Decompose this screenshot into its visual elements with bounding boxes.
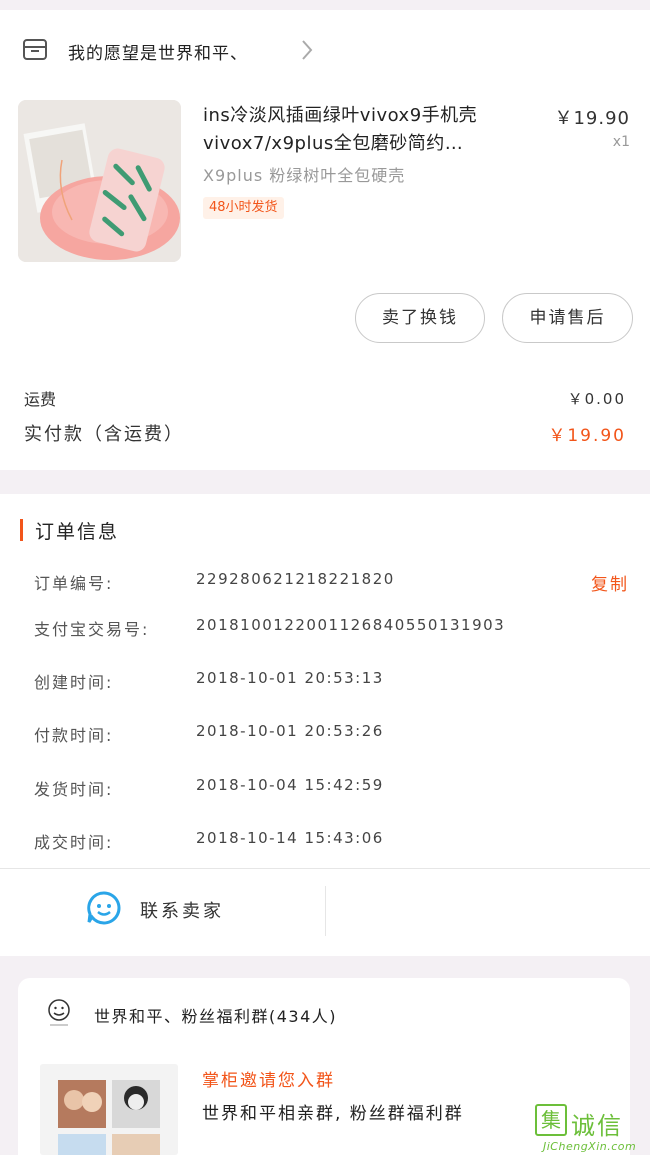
group-description: 世界和平相亲群, 粉丝群福利群 — [202, 1104, 464, 1124]
watermark-seal-icon: 集 — [535, 1104, 567, 1136]
shop-header[interactable]: 我的愿望是世界和平、 — [22, 36, 248, 66]
info-value: 2018-10-14 15:43:06 — [196, 829, 384, 847]
shipping-fee-value: ￥0.00 — [567, 389, 626, 408]
info-label: 发货时间: — [34, 780, 114, 799]
total-paid-label: 实付款（含运费） — [24, 424, 184, 445]
vertical-divider — [325, 886, 326, 936]
group-invite-text: 掌柜邀请您入群 — [202, 1071, 335, 1091]
alipay-trade-no-row: 支付宝交易号: 2018100122001126840550131903 — [34, 616, 629, 640]
item-spec: X9plus 粉绿树叶全包硬壳 — [203, 166, 406, 185]
order-info-header: 订单信息 — [20, 518, 120, 543]
item-title[interactable]: ins冷淡风插画绿叶vivox9手机壳 vivox7/x9plus全包磨砂简约… — [203, 102, 538, 158]
shipping-fee-label: 运费 — [24, 390, 57, 409]
item-title-line2: vivox7/x9plus全包磨砂简约… — [203, 133, 464, 154]
created-time-row: 创建时间: 2018-10-01 20:53:13 — [34, 669, 629, 693]
info-label: 订单编号: — [34, 574, 114, 593]
order-detail-page: 我的愿望是世界和平、 ins冷淡风插画绿叶vivox9手机壳 vivox7/x9… — [0, 0, 650, 1155]
info-value: 2018-10-01 20:53:13 — [196, 669, 384, 687]
paid-time-row: 付款时间: 2018-10-01 20:53:26 — [34, 722, 629, 746]
group-avatar-collage — [40, 1064, 178, 1155]
after-sale-button[interactable]: 申请售后 — [502, 293, 633, 343]
item-quantity: x1 — [612, 134, 630, 150]
smiley-logo-icon — [46, 998, 72, 1032]
shipping-fee-row: 运费 ￥0.00 — [24, 386, 626, 410]
watermark-url: JiChengXin.com — [543, 1140, 637, 1153]
group-name: 世界和平、粉丝福利群(434人) — [94, 1007, 338, 1026]
contact-seller-button[interactable]: 联系卖家 — [86, 890, 224, 930]
info-value: 2018100122001126840550131903 — [196, 616, 506, 634]
item-price: ￥19.90 — [554, 108, 630, 129]
product-image[interactable] — [18, 100, 181, 262]
order-number-row: 订单编号: 229280621218221820 复制 — [34, 570, 629, 595]
chat-bubble-icon — [86, 890, 122, 930]
watermark-logo: 集 诚信 JiChengXin.com — [535, 1104, 647, 1154]
sell-for-cash-button[interactable]: 卖了换钱 — [355, 293, 485, 343]
info-label: 创建时间: — [34, 673, 114, 692]
copy-button[interactable]: 复制 — [591, 570, 629, 595]
completed-time-row: 成交时间: 2018-10-14 15:43:06 — [34, 829, 629, 853]
info-label: 支付宝交易号: — [34, 620, 150, 639]
info-label: 付款时间: — [34, 726, 114, 745]
total-paid-value: ￥19.90 — [548, 425, 626, 446]
item-title-line1: ins冷淡风插画绿叶vivox9手机壳 — [203, 105, 478, 126]
divider — [0, 868, 650, 869]
order-item-card: 我的愿望是世界和平、 ins冷淡风插画绿叶vivox9手机壳 vivox7/x9… — [0, 10, 650, 470]
info-value: 2018-10-04 15:42:59 — [196, 776, 384, 794]
section-title: 订单信息 — [35, 520, 120, 543]
section-accent-bar — [20, 519, 23, 541]
order-info-card: 订单信息 订单编号: 229280621218221820 复制 支付宝交易号:… — [0, 494, 650, 956]
shipped-time-row: 发货时间: 2018-10-04 15:42:59 — [34, 776, 629, 800]
contact-seller-label: 联系卖家 — [140, 901, 224, 922]
shop-name: 我的愿望是世界和平、 — [68, 43, 248, 64]
store-icon — [22, 37, 48, 65]
chevron-right-icon[interactable] — [300, 38, 314, 66]
info-value: 229280621218221820 — [196, 570, 395, 588]
total-paid-row: 实付款（含运费） ￥19.90 — [24, 420, 626, 446]
watermark-text: 诚信 — [571, 1112, 623, 1140]
info-label: 成交时间: — [34, 833, 114, 852]
group-header: 世界和平、粉丝福利群(434人) — [46, 998, 338, 1032]
shipping-time-badge: 48小时发货 — [203, 197, 284, 219]
info-value: 2018-10-01 20:53:26 — [196, 722, 384, 740]
